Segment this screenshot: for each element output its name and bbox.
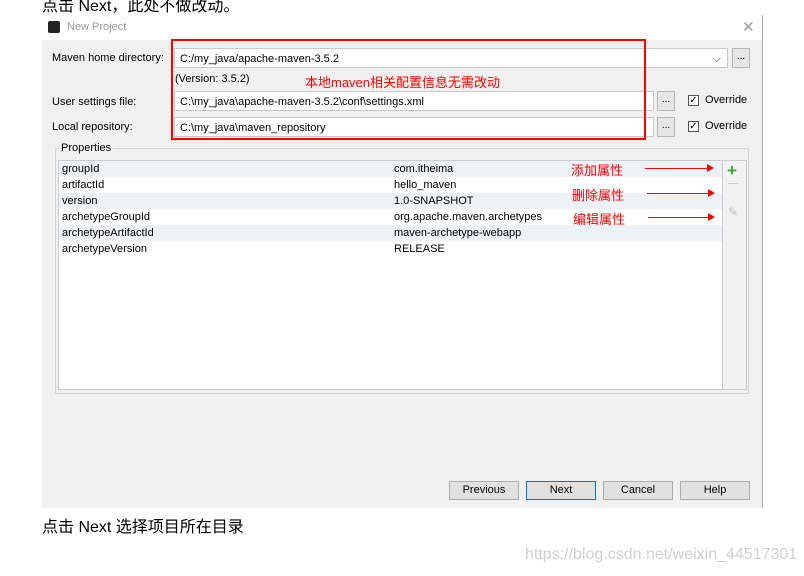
title-bar: New Project ✕ [42, 15, 762, 40]
property-key: archetypeArtifactId [62, 227, 154, 239]
previous-button[interactable]: Previous [449, 481, 519, 500]
remove-property-icon[interactable] [728, 183, 739, 184]
user-settings-override-checkbox[interactable]: ✓ [688, 95, 699, 106]
arrow-remove [647, 189, 715, 197]
next-button[interactable]: Next [526, 481, 596, 500]
local-repo-label: Local repository: [52, 121, 133, 133]
property-value: org.apache.maven.archetypes [394, 211, 542, 223]
watermark: https://blog.csdn.net/weixin_44517301 [525, 546, 798, 563]
user-settings-label: User settings file: [52, 96, 137, 108]
add-annotation: 添加属性 [571, 163, 624, 178]
help-button[interactable]: Help [680, 481, 750, 500]
arrow-add [645, 164, 714, 172]
property-value: maven-archetype-webapp [394, 227, 522, 239]
maven-home-label: Maven home directory: [52, 52, 164, 64]
user-settings-browse-button[interactable]: ... [657, 91, 675, 111]
chevron-down-icon: ⌵ [712, 53, 721, 65]
property-value: com.itheima [394, 163, 454, 175]
dialog-title: New Project [67, 21, 127, 33]
maven-home-browse-button[interactable]: ... [732, 48, 750, 68]
local-repo-override-checkbox[interactable]: ✓ [688, 121, 699, 132]
property-key: version [62, 195, 98, 207]
user-settings-override-label: Override [705, 94, 748, 106]
doc-top-text: 点击 Next，此处不做改动。 [42, 0, 240, 15]
add-property-icon[interactable]: + [727, 161, 737, 181]
local-repo-override-label: Override [705, 120, 748, 132]
doc-bottom-text: 点击 Next 选择项目所在目录 [42, 519, 244, 536]
arrow-edit [648, 213, 715, 221]
property-value: 1.0-SNAPSHOT [394, 195, 474, 207]
close-icon[interactable]: ✕ [742, 18, 755, 36]
intellij-logo-icon [48, 21, 60, 33]
properties-title: Properties [59, 142, 114, 154]
property-key: archetypeGroupId [62, 211, 151, 223]
property-value: hello_maven [394, 179, 457, 191]
edit-property-icon[interactable]: ✎ [728, 205, 738, 219]
cancel-button[interactable]: Cancel [603, 481, 673, 500]
property-key: archetypeVersion [62, 243, 147, 255]
config-note: 本地maven相关配置信息无需改动 [305, 75, 501, 90]
properties-toolbar: + ✎ [722, 160, 747, 390]
property-row[interactable]: archetypeVersion RELEASE [59, 241, 722, 257]
property-key: groupId [62, 163, 100, 175]
edit-annotation: 编辑属性 [573, 212, 626, 227]
property-key: artifactId [62, 179, 105, 191]
local-repo-browse-button[interactable]: ... [657, 117, 675, 137]
remove-annotation: 删除属性 [572, 188, 625, 203]
property-value: RELEASE [394, 243, 445, 255]
